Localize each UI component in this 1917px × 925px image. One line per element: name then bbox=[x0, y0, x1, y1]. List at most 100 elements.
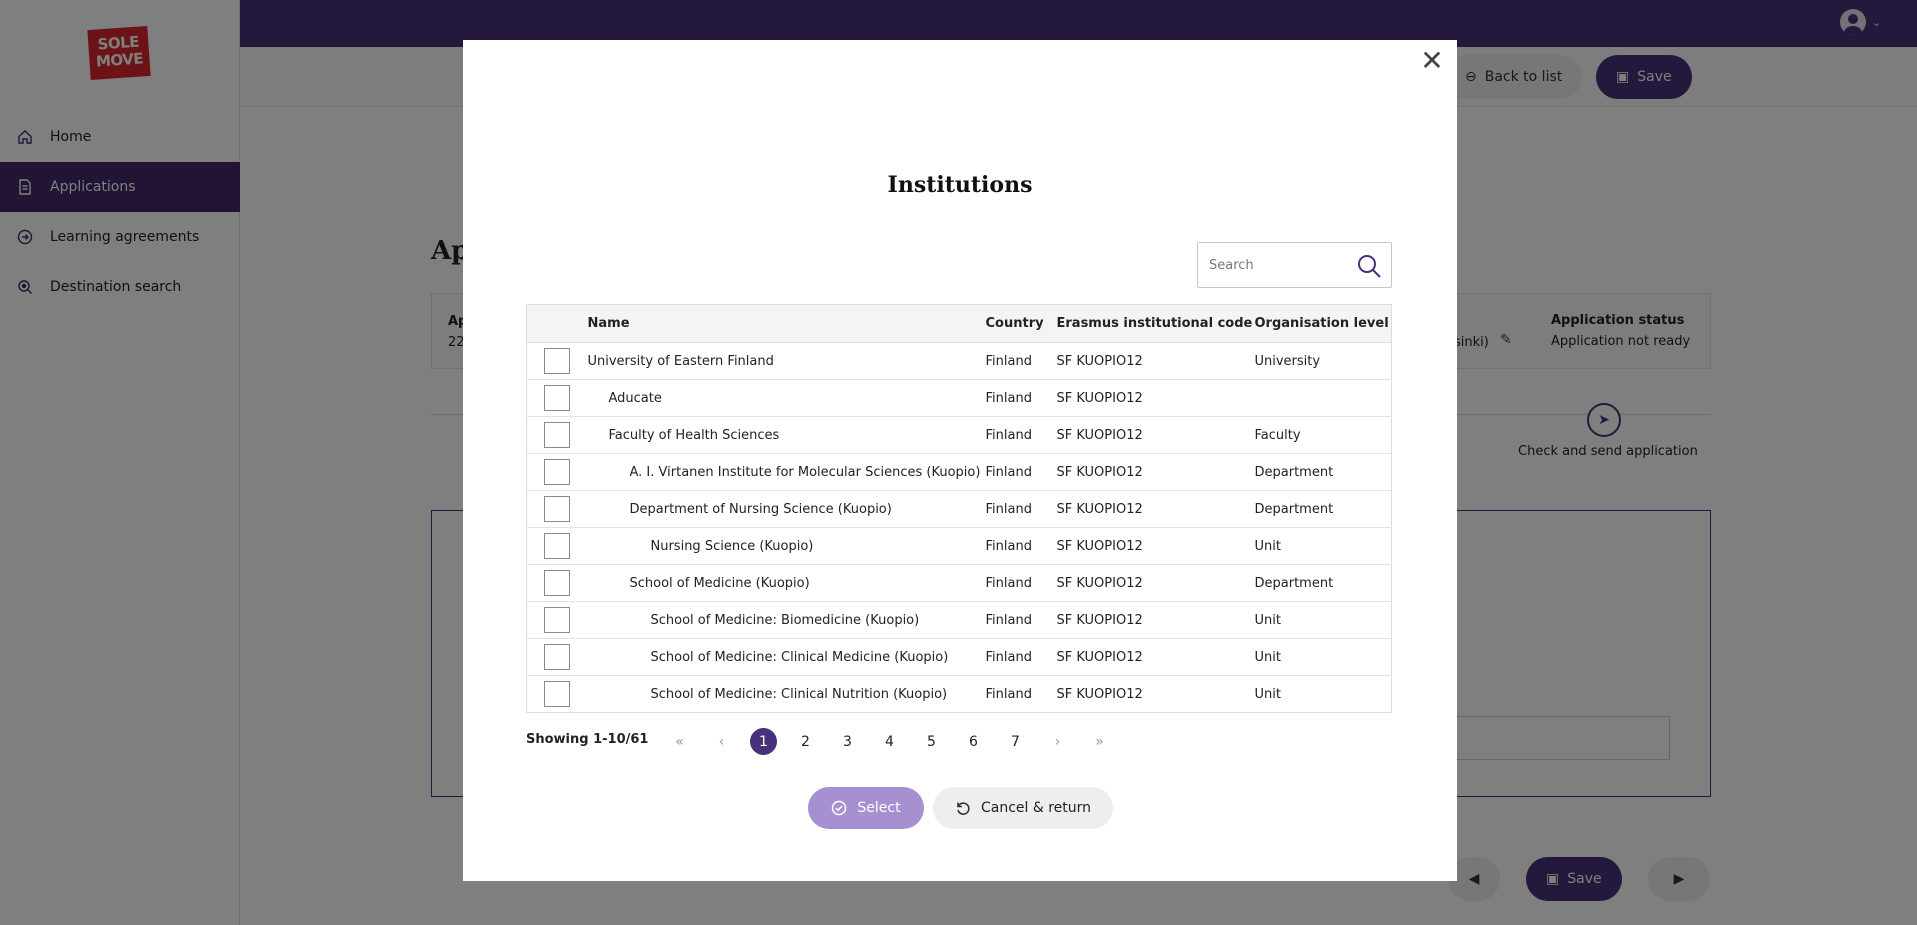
cell-name: Nursing Science (Kuopio) bbox=[587, 527, 986, 565]
undo-icon bbox=[955, 800, 971, 816]
cell-name: Aducate bbox=[587, 379, 986, 417]
header-name: Name bbox=[587, 304, 986, 343]
cell-level: Unit bbox=[1254, 638, 1392, 676]
cell-country: Finland bbox=[985, 490, 1057, 528]
table-row[interactable]: School of Medicine (Kuopio) Finland SF KUO… bbox=[526, 564, 1392, 602]
cell-name: University of Eastern Finland bbox=[587, 342, 986, 380]
row-checkbox-cell bbox=[526, 416, 588, 454]
cell-code: SF KUOPIO12 bbox=[1056, 638, 1255, 676]
page-2-button[interactable]: 2 bbox=[792, 728, 819, 755]
cell-level: Unit bbox=[1254, 686, 1281, 702]
cell-code: SF KUOPIO12 bbox=[1056, 416, 1255, 454]
cell-level: University bbox=[1254, 342, 1392, 380]
cell-level: Unit bbox=[1254, 601, 1392, 639]
table-row[interactable]: School of Medicine: Clinical Nutrition (… bbox=[527, 676, 1392, 713]
last-page-icon[interactable]: » bbox=[1086, 728, 1113, 755]
row-checkbox[interactable] bbox=[544, 459, 570, 485]
cell-country: Finland bbox=[985, 342, 1057, 380]
row-checkbox-cell bbox=[526, 564, 588, 602]
row-checkbox-cell bbox=[526, 342, 588, 380]
cell-country: Finland bbox=[985, 379, 1057, 417]
row-checkbox[interactable] bbox=[544, 496, 570, 522]
search-box bbox=[1197, 242, 1392, 288]
cell-name: School of Medicine (Kuopio) bbox=[587, 564, 986, 602]
page-1-button[interactable]: 1 bbox=[750, 728, 777, 755]
institutions-modal: ✕ Institutions Name Country Erasmus inst… bbox=[463, 40, 1457, 881]
page-4-button[interactable]: 4 bbox=[876, 728, 903, 755]
cell-code: SF KUOPIO12 bbox=[1056, 490, 1255, 528]
cell-name: School of Medicine: Clinical Medicine (K… bbox=[587, 638, 986, 676]
table-row[interactable]: Aducate Finland SF KUOPIO12 bbox=[526, 379, 1392, 417]
row-checkbox[interactable] bbox=[544, 422, 570, 448]
cell-level: Faculty bbox=[1254, 416, 1392, 454]
cell-code: SF KUOPIO12 bbox=[1056, 686, 1143, 702]
page-3-button[interactable]: 3 bbox=[834, 728, 861, 755]
cell-level: Department bbox=[1254, 490, 1392, 528]
cell-level bbox=[1254, 379, 1392, 417]
cancel-return-button[interactable]: Cancel & return bbox=[933, 787, 1113, 829]
row-checkbox-cell bbox=[526, 638, 588, 676]
cell-code: SF KUOPIO12 bbox=[1056, 601, 1255, 639]
row-checkbox-cell bbox=[526, 490, 588, 528]
cell-level: Department bbox=[1254, 564, 1392, 602]
header-level: Organisation level bbox=[1254, 304, 1392, 343]
search-icon[interactable] bbox=[1356, 253, 1382, 279]
table-row[interactable]: A. I. Virtanen Institute for Molecular S… bbox=[526, 453, 1392, 491]
table-row[interactable]: Faculty of Health Sciences Finland SF KUOP… bbox=[526, 416, 1392, 454]
institutions-table: Name Country Erasmus institutional code … bbox=[526, 304, 1392, 713]
row-checkbox[interactable] bbox=[544, 533, 570, 559]
cell-code: SF KUOPIO12 bbox=[1056, 342, 1255, 380]
row-checkbox-cell bbox=[526, 379, 588, 417]
select-button[interactable]: Select bbox=[808, 787, 924, 829]
page-6-button[interactable]: 6 bbox=[960, 728, 987, 755]
next-page-icon[interactable]: › bbox=[1044, 728, 1071, 755]
header-country: Country bbox=[985, 304, 1057, 343]
table-row[interactable]: Department of Nursing Science (Kuopio) Fi… bbox=[526, 490, 1392, 528]
header-select bbox=[526, 304, 588, 343]
cell-country: Finland bbox=[985, 601, 1057, 639]
pagination: « ‹ 1234567 › » bbox=[666, 728, 1128, 755]
check-circle-icon bbox=[831, 800, 847, 816]
row-checkbox[interactable] bbox=[544, 644, 570, 670]
page-7-button[interactable]: 7 bbox=[1002, 728, 1029, 755]
cell-code: SF KUOPIO12 bbox=[1056, 453, 1255, 491]
page-5-button[interactable]: 5 bbox=[918, 728, 945, 755]
row-checkbox[interactable] bbox=[544, 681, 570, 707]
search-input[interactable] bbox=[1209, 257, 1359, 273]
cell-name: Department of Nursing Science (Kuopio) bbox=[587, 490, 986, 528]
cell-country: Finland bbox=[985, 527, 1057, 565]
row-checkbox-cell bbox=[526, 527, 588, 565]
cell-country: Finland bbox=[985, 416, 1057, 454]
cell-code: SF KUOPIO12 bbox=[1056, 527, 1255, 565]
table-row[interactable]: Nursing Science (Kuopio) Finland SF KUOPIO… bbox=[526, 527, 1392, 565]
cell-code: SF KUOPIO12 bbox=[1056, 379, 1255, 417]
cell-name: Faculty of Health Sciences bbox=[587, 416, 986, 454]
row-checkbox-cell bbox=[526, 601, 588, 639]
cell-country: Finland bbox=[985, 638, 1057, 676]
cell-country: Finland bbox=[985, 564, 1057, 602]
table-row[interactable]: School of Medicine: Clinical Medicine (K… bbox=[526, 638, 1392, 676]
table-row[interactable]: University of Eastern Finland Finland SF K… bbox=[526, 342, 1392, 380]
row-checkbox-cell bbox=[526, 453, 588, 491]
first-page-icon[interactable]: « bbox=[666, 728, 693, 755]
header-code: Erasmus institutional code bbox=[1056, 304, 1255, 343]
cell-country: Finland bbox=[985, 453, 1057, 491]
row-checkbox[interactable] bbox=[544, 570, 570, 596]
table-row[interactable]: School of Medicine: Biomedicine (Kuopio)… bbox=[526, 601, 1392, 639]
cell-country: Finland bbox=[985, 686, 1032, 702]
row-checkbox[interactable] bbox=[544, 385, 570, 411]
cell-level: Department bbox=[1254, 453, 1392, 491]
cell-level: Unit bbox=[1254, 527, 1392, 565]
cell-name: School of Medicine: Biomedicine (Kuopio) bbox=[587, 601, 986, 639]
row-checkbox-cell bbox=[527, 676, 588, 713]
cell-name: School of Medicine: Clinical Nutrition (… bbox=[650, 686, 948, 702]
row-checkbox[interactable] bbox=[544, 607, 570, 633]
row-checkbox[interactable] bbox=[544, 348, 570, 374]
cell-name: A. I. Virtanen Institute for Molecular S… bbox=[587, 453, 986, 491]
cell-code: SF KUOPIO12 bbox=[1056, 564, 1255, 602]
table-header-row: Name Country Erasmus institutional code … bbox=[526, 304, 1392, 343]
modal-title: Institutions bbox=[887, 172, 1033, 198]
prev-page-icon[interactable]: ‹ bbox=[708, 728, 735, 755]
pagination-summary: Showing 1-10/61 bbox=[526, 732, 649, 747]
close-icon[interactable]: ✕ bbox=[1417, 46, 1447, 76]
